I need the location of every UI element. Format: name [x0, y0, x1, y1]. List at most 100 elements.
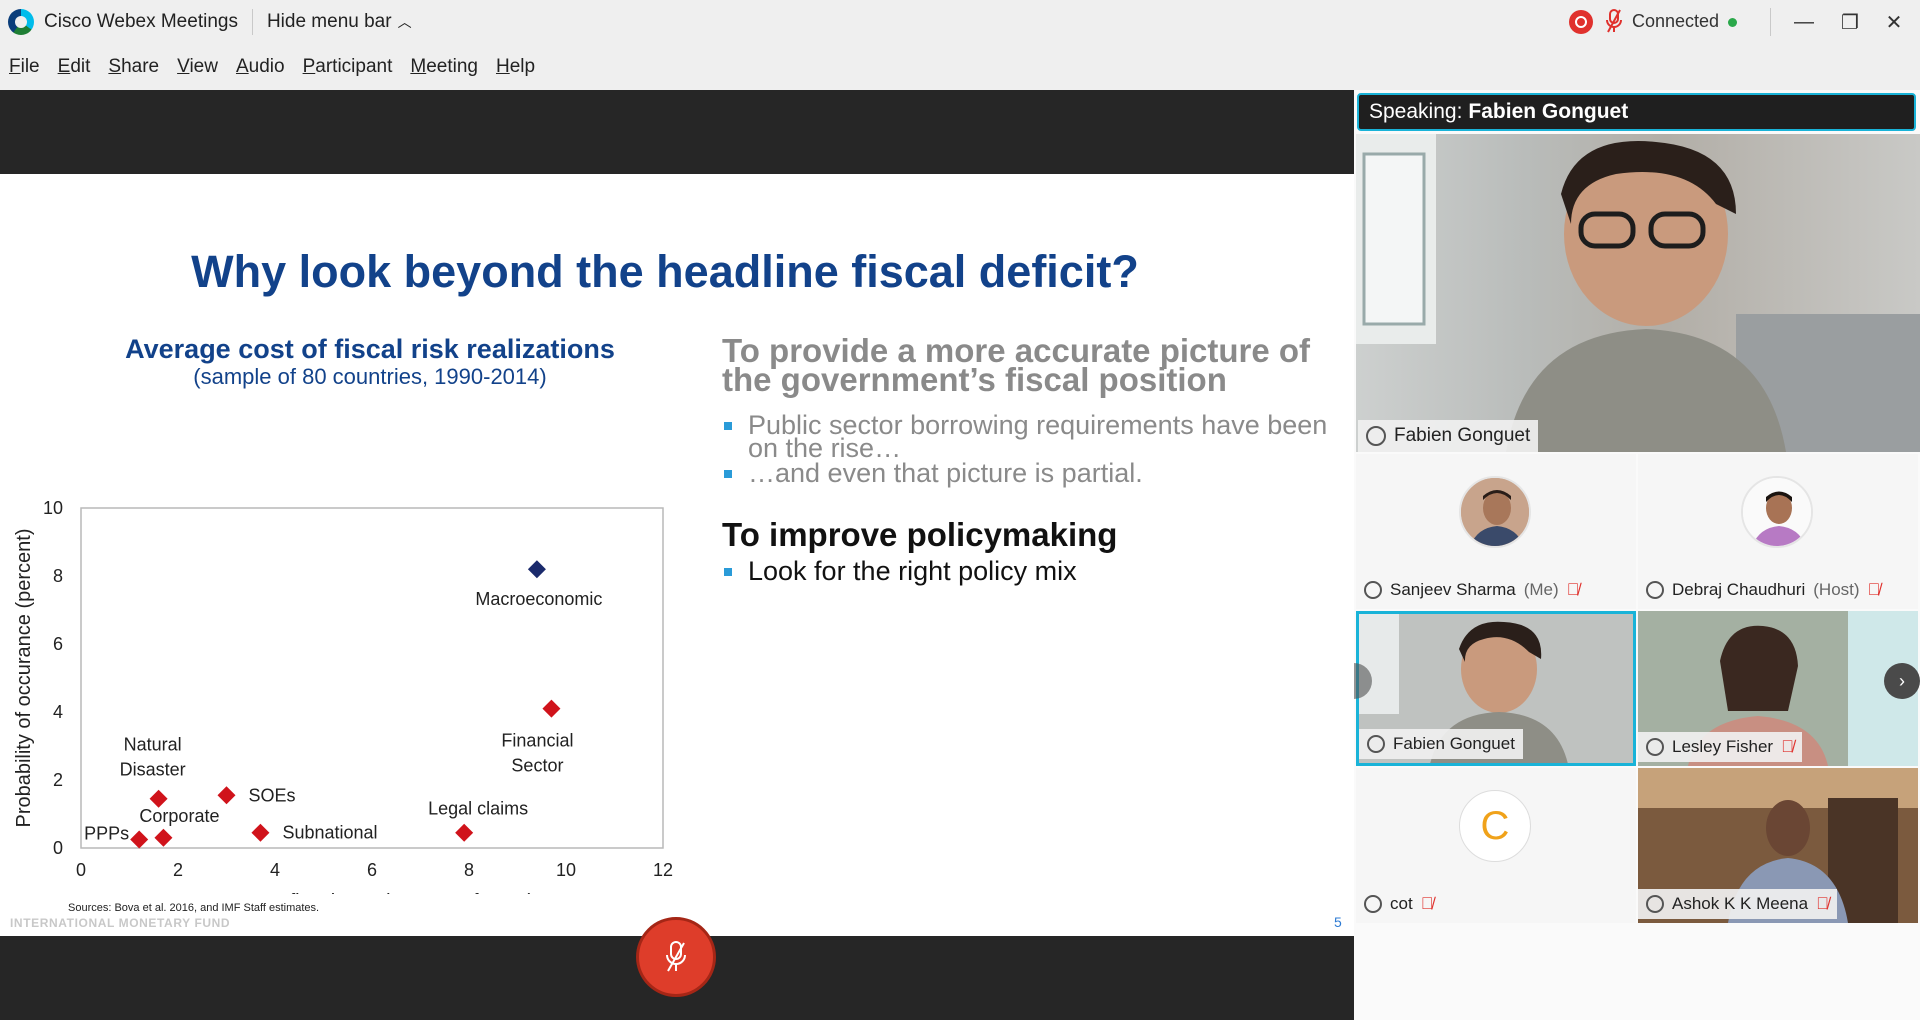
recording-icon[interactable] [1569, 10, 1593, 34]
bullet-square-icon [724, 422, 732, 430]
menu-bar: File Edit Share View Audio Participant M… [0, 44, 1920, 90]
participant-tile-active[interactable]: Fabien Gonguet [1356, 611, 1636, 766]
data-label: Corporate [139, 806, 219, 826]
title-separator-2 [1770, 8, 1771, 36]
participant-tile[interactable]: Debraj Chaudhuri (Host) 🎙̸ [1638, 454, 1918, 609]
slide-bullet-2: …and even that picture is partial. [722, 460, 1342, 487]
main-video[interactable]: Fabien Gonguet [1356, 134, 1920, 452]
participant-tile[interactable]: Lesley Fisher 🎙̸ [1638, 611, 1918, 766]
menu-audio[interactable]: Audio [236, 56, 285, 78]
data-label: Subnational [282, 823, 377, 843]
muted-mic-icon: 🎙̸ [1420, 894, 1434, 913]
muted-mic-icon [1604, 8, 1626, 36]
close-button[interactable]: ✕ [1876, 4, 1912, 40]
speaker-video-frame [1356, 134, 1920, 452]
participant-tile[interactable]: C cot 🎙̸ [1356, 768, 1636, 923]
participant-label: Fabien Gonguet [1359, 729, 1523, 759]
bullet-square-icon [724, 470, 732, 478]
menu-share[interactable]: Share [108, 56, 159, 78]
restore-button[interactable]: ❐ [1832, 4, 1868, 40]
headset-icon [1366, 426, 1386, 446]
headset-icon [1364, 895, 1382, 913]
y-tick-label: 8 [53, 566, 63, 586]
data-point [542, 699, 561, 718]
menu-meeting[interactable]: Meeting [410, 56, 478, 78]
chevron-right-icon: › [1899, 670, 1905, 691]
chart-subtitle: (sample of 80 countries, 1990-2014) [193, 364, 547, 389]
avatar [1741, 476, 1813, 548]
participant-label: Lesley Fisher 🎙̸ [1638, 732, 1802, 762]
speaking-name: Fabien Gonguet [1468, 100, 1629, 123]
shared-content-stage: Why look beyond the headline fiscal defi… [0, 90, 1354, 1020]
hide-menu-label: Hide menu bar [266, 11, 392, 32]
data-point [527, 560, 546, 579]
x-axis-label: Average fiscal cost (percent of GDP) [210, 891, 534, 894]
menu-edit[interactable]: Edit [58, 56, 91, 78]
data-point [251, 823, 270, 842]
data-point [455, 823, 474, 842]
y-tick-label: 4 [53, 702, 63, 722]
muted-mic-icon: 🎙̸ [1867, 580, 1881, 599]
imf-footer: INTERNATIONAL MONETARY FUND [10, 916, 231, 930]
participant-label: Ashok K K Meena 🎙̸ [1638, 889, 1837, 919]
plot-area [80, 507, 664, 849]
muted-mic-icon: 🎙̸ [1781, 737, 1794, 756]
muted-mic-icon: 🎙̸ [1816, 894, 1829, 913]
chevron-up-icon: ︿ [397, 14, 412, 30]
participant-tile[interactable]: Ashok K K Meena 🎙̸ [1638, 768, 1918, 923]
active-speaker-bar: Speaking: Fabien Gonguet [1357, 93, 1916, 131]
webex-logo-icon [8, 9, 34, 35]
chart-title: Average cost of fiscal risk realizations [125, 334, 615, 364]
data-label: Legal claims [428, 799, 528, 819]
data-label: Natural [124, 735, 182, 755]
x-tick-label: 2 [173, 860, 183, 880]
main-video-label: Fabien Gonguet [1358, 420, 1539, 452]
avatar: C [1459, 790, 1531, 862]
participant-label: cot 🎙̸ [1356, 889, 1441, 919]
headset-icon [1367, 735, 1385, 753]
y-tick-label: 10 [43, 498, 63, 518]
participant-label: Debraj Chaudhuri (Host) 🎙̸ [1638, 575, 1888, 605]
x-tick-label: 4 [270, 860, 280, 880]
headset-icon [1646, 895, 1664, 913]
title-bar: Cisco Webex Meetings Hide menu bar ︿ Con… [0, 0, 1920, 44]
menu-help[interactable]: Help [496, 56, 535, 78]
policy-bullet: Look for the right policy mix [722, 558, 1342, 585]
x-tick-label: 10 [556, 860, 576, 880]
data-label: Financial [501, 731, 573, 751]
hide-menu-bar-button[interactable]: Hide menu bar ︿ [267, 11, 412, 33]
slide-title: Why look beyond the headline fiscal defi… [191, 246, 1139, 297]
x-tick-label: 12 [653, 860, 673, 880]
data-label: Disaster [120, 760, 186, 780]
menu-file[interactable]: File [9, 56, 40, 78]
x-tick-label: 6 [367, 860, 377, 880]
policy-heading: To improve policymaking [722, 516, 1118, 553]
menu-participant[interactable]: Participant [303, 56, 393, 78]
bullet-square-icon [724, 568, 732, 576]
app-title: Cisco Webex Meetings [44, 11, 238, 32]
data-label: Macroeconomic [475, 589, 602, 609]
unmute-mic-button[interactable] [636, 917, 716, 997]
y-tick-label: 2 [53, 770, 63, 790]
slide-sources: Sources: Bova et al. 2016, and IMF Staff… [68, 902, 320, 914]
muted-mic-icon: 🎙̸ [1566, 580, 1580, 599]
headset-icon [1646, 581, 1664, 599]
y-tick-label: 6 [53, 634, 63, 654]
avatar [1459, 476, 1531, 548]
y-tick-label: 0 [53, 838, 63, 858]
headset-icon [1646, 738, 1664, 756]
x-tick-label: 8 [464, 860, 474, 880]
connected-indicator-icon [1728, 18, 1737, 27]
participant-tile[interactable]: Sanjeev Sharma (Me) 🎙̸ [1356, 454, 1636, 609]
next-page-button[interactable]: › [1884, 663, 1920, 699]
speaking-prefix: Speaking: [1369, 100, 1463, 123]
video-panel: Speaking: Fabien Gonguet Fabien Gonguet … [1354, 90, 1920, 1020]
title-separator [251, 9, 253, 35]
scatter-chart: 0 2 4 6 8 10 12 0 2 4 6 8 10 Average fiscal cost (per… [13, 498, 673, 894]
x-tick-label: 0 [76, 860, 86, 880]
menu-view[interactable]: View [177, 56, 218, 78]
data-point [217, 786, 236, 805]
slide-point-heading: To provide a more accurate picture of th… [722, 332, 1311, 398]
minimize-button[interactable]: — [1786, 4, 1822, 40]
presentation-slide: Why look beyond the headline fiscal defi… [0, 174, 1354, 936]
